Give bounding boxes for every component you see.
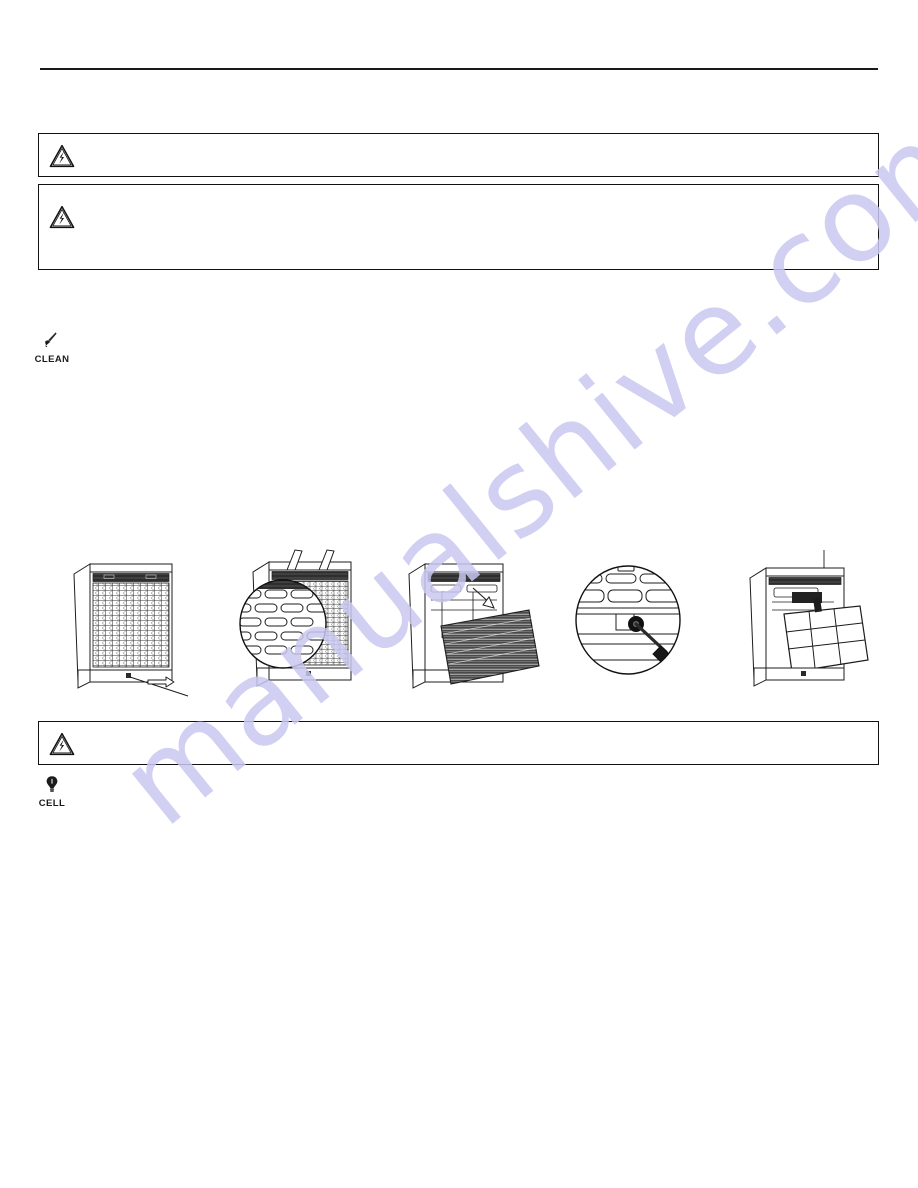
manual-page: manualshive.com CLEAN CELL — [0, 0, 918, 1188]
electrical-hazard-triangle-icon — [49, 205, 75, 229]
figure-2 — [235, 548, 375, 700]
illustration-strip — [40, 548, 880, 700]
light-bulb-icon — [24, 775, 80, 797]
figure-1 — [60, 548, 210, 700]
header-divider — [40, 68, 878, 70]
warning-box-3 — [38, 721, 879, 765]
electrical-hazard-triangle-icon — [49, 732, 75, 756]
figure-5 — [740, 548, 880, 700]
cell-pictogram-label: CELL — [38, 798, 66, 809]
warning-box-1 — [38, 133, 879, 177]
clean-pictogram-label: CLEAN — [34, 354, 70, 365]
clean-pictogram: CLEAN — [24, 331, 80, 365]
cell-pictogram: CELL — [24, 775, 80, 809]
cleaning-brush-icon — [24, 331, 80, 353]
warning-box-2 — [38, 184, 879, 270]
figure-4 — [560, 548, 720, 700]
figure-3 — [395, 548, 550, 700]
electrical-hazard-triangle-icon — [49, 144, 75, 168]
